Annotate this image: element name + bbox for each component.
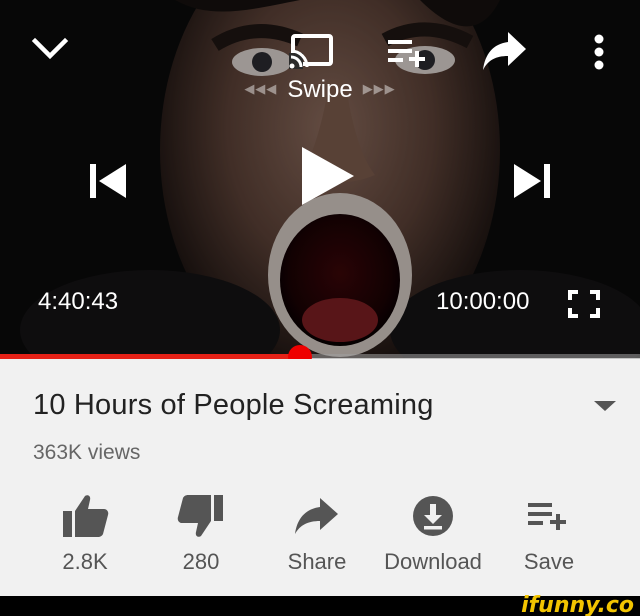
swipe-right-arrows: ▶▶▶: [362, 81, 396, 96]
swipe-hint-label: Swipe: [287, 76, 353, 103]
video-title[interactable]: 10 Hours of People Screaming: [33, 389, 434, 422]
thumbs-down-icon: [177, 495, 223, 537]
like-button[interactable]: 2.8K: [27, 491, 143, 577]
share-label: Share: [287, 549, 347, 574]
cast-button[interactable]: [289, 33, 335, 69]
like-count: 2.8K: [62, 549, 108, 574]
watermark-logo: ifunny.co: [521, 593, 634, 616]
swipe-hint: ◀◀◀ Swipe ▶▶▶: [0, 76, 640, 104]
more-options-button[interactable]: [592, 34, 606, 70]
minimize-button[interactable]: [30, 34, 70, 64]
download-icon: [413, 496, 453, 536]
expand-description-button[interactable]: [592, 399, 618, 418]
next-button[interactable]: [512, 162, 552, 200]
cast-icon: [289, 34, 333, 69]
share-button[interactable]: [482, 30, 528, 72]
video-info-panel: 10 Hours of People Screaming 363K views …: [0, 359, 640, 596]
share-icon: [295, 498, 338, 534]
download-button[interactable]: Download: [375, 491, 491, 577]
caret-down-icon: [594, 401, 616, 411]
play-button[interactable]: [300, 145, 356, 207]
save-button[interactable]: Save: [491, 491, 607, 577]
share-action-button[interactable]: Share: [259, 491, 375, 577]
download-label: Download: [384, 549, 482, 574]
current-time: 4:40:43: [38, 288, 119, 315]
duration: 10:00:00: [436, 288, 530, 315]
footer-bar: ifunny.co: [0, 593, 640, 616]
swipe-left-arrows: ◀◀◀: [244, 81, 278, 96]
skip-next-icon: [514, 164, 550, 198]
dislike-button[interactable]: 280: [143, 491, 259, 577]
save-label: Save: [523, 549, 575, 574]
add-to-queue-button[interactable]: [388, 38, 428, 68]
view-count: 363K views: [33, 441, 141, 464]
video-player[interactable]: ◀◀◀ Swipe ▶▶▶ 4:40:43 10:00:00: [0, 0, 640, 358]
play-icon: [302, 147, 354, 205]
previous-button[interactable]: [88, 162, 128, 200]
playlist-add-icon: [528, 503, 566, 530]
dislike-count: 280: [182, 549, 220, 574]
fullscreen-button[interactable]: [568, 290, 600, 318]
share-icon: [483, 32, 526, 70]
playlist-add-icon: [388, 40, 425, 67]
skip-previous-icon: [90, 164, 126, 198]
action-bar: 2.8K 280 Share Download Save: [0, 491, 640, 581]
fullscreen-icon: [568, 290, 600, 318]
thumbs-up-icon: [63, 495, 109, 537]
more-vert-icon: [594, 34, 604, 70]
chevron-down-icon: [31, 37, 69, 60]
